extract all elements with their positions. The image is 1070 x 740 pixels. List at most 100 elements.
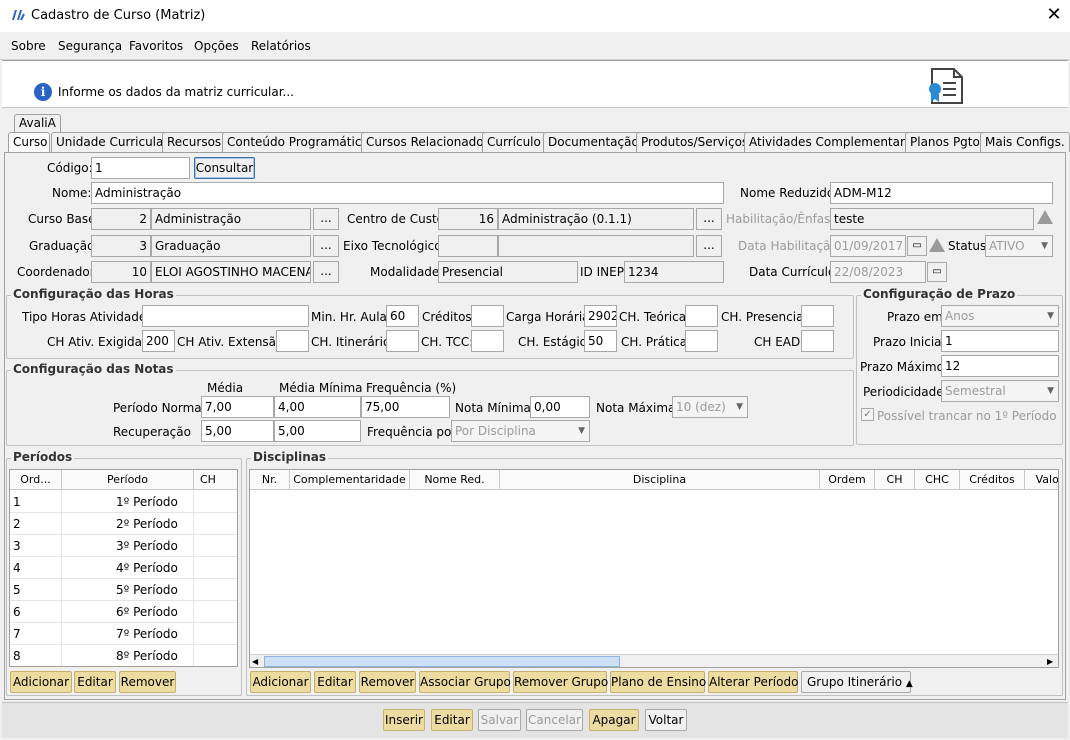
- frequencia-por-select[interactable]: Por Disciplina ▼: [451, 420, 590, 442]
- periodo-editar-button[interactable]: Editar: [74, 671, 116, 693]
- close-icon[interactable]: ✕: [1044, 4, 1064, 26]
- table-row[interactable]: 4 4º Período: [10, 557, 237, 579]
- creditos-field[interactable]: [471, 305, 504, 327]
- curso-base-lookup-button[interactable]: ...: [313, 208, 339, 230]
- col-ch[interactable]: CH: [875, 470, 915, 490]
- eixo-tecnologico-lookup-button[interactable]: ...: [696, 235, 722, 257]
- menu-favoritos[interactable]: Favoritos: [129, 39, 183, 53]
- ch-teorica-field[interactable]: [685, 305, 718, 327]
- tab-produtos-servicos[interactable]: Produtos/Serviços: [636, 132, 754, 152]
- col-chc[interactable]: CHC: [915, 470, 960, 490]
- col-nr[interactable]: Nr.: [250, 470, 290, 490]
- scroll-right-icon[interactable]: ▶: [1047, 655, 1053, 667]
- table-row[interactable]: 6 6º Período: [10, 601, 237, 623]
- col-creditos[interactable]: Créditos: [960, 470, 1025, 490]
- inserir-button[interactable]: Inserir: [383, 709, 425, 731]
- tab-conteudo-programatico[interactable]: Conteúdo Programático: [222, 132, 374, 152]
- menu-sobre[interactable]: Sobre: [11, 39, 46, 53]
- ch-estagio-field[interactable]: 50: [584, 330, 617, 352]
- ch-ativ-exigidas-field[interactable]: 200: [142, 330, 175, 352]
- scrollbar-thumb[interactable]: [264, 656, 620, 667]
- col-valor[interactable]: Valor: [1025, 470, 1058, 490]
- tab-planos-pgto[interactable]: Planos Pgto: [905, 132, 985, 152]
- disciplinas-table[interactable]: Nr. Complementaridade Nome Red. Discipli…: [249, 469, 1059, 668]
- min-hr-aula-field[interactable]: 60: [386, 305, 419, 327]
- tab-curso[interactable]: Curso: [8, 132, 50, 152]
- col-ordem[interactable]: Ord...: [10, 470, 62, 490]
- status-select[interactable]: ATIVO ▼: [985, 235, 1053, 257]
- centro-custo-lookup-button[interactable]: ...: [696, 208, 722, 230]
- ch-pratica-field[interactable]: [685, 330, 718, 352]
- tab-documentacao[interactable]: Documentação: [543, 132, 644, 152]
- id-inep-field[interactable]: 1234: [624, 261, 724, 283]
- prazo-inicial-field[interactable]: 1: [941, 330, 1059, 352]
- apagar-button[interactable]: Apagar: [589, 709, 639, 731]
- disciplina-remover-button[interactable]: Remover: [359, 671, 416, 693]
- associar-grupo-button[interactable]: Associar Grupo: [419, 671, 511, 693]
- trancar-checkbox[interactable]: ✓: [861, 408, 874, 421]
- periodicidade-select[interactable]: Semestral ▼: [941, 380, 1059, 402]
- tipo-horas-field[interactable]: [142, 305, 309, 327]
- centro-custo-id-field[interactable]: 16: [438, 208, 498, 230]
- data-habilitacao-field[interactable]: 01/09/2017: [830, 235, 906, 257]
- eixo-tecnologico-id-field[interactable]: [438, 235, 498, 257]
- col-ordem[interactable]: Ordem: [820, 470, 875, 490]
- tab-mais-configs[interactable]: Mais Configs.: [980, 132, 1070, 152]
- frequencia-field[interactable]: 75,00: [361, 396, 450, 418]
- recuperacao-minima-field[interactable]: 5,00: [274, 420, 361, 442]
- media-minima-field[interactable]: 4,00: [274, 396, 361, 418]
- menu-seguranca[interactable]: Segurança: [58, 39, 122, 53]
- tab-atividades-complementares[interactable]: Atividades Complementares: [744, 132, 924, 152]
- nota-maxima-select[interactable]: 10 (dez) ▼: [672, 396, 748, 418]
- tab-unidade-curricular[interactable]: Unidade Curricular: [51, 132, 174, 152]
- menu-relatorios[interactable]: Relatórios: [251, 39, 311, 53]
- table-row[interactable]: 7 7º Período: [10, 623, 237, 645]
- recuperacao-media-field[interactable]: 5,00: [201, 420, 274, 442]
- table-row[interactable]: 2 2º Período: [10, 513, 237, 535]
- table-row[interactable]: 8 8º Período: [10, 645, 237, 666]
- ch-presencial-field[interactable]: [801, 305, 834, 327]
- periodos-table[interactable]: Ord... Período CH 1 1º Período 2 2º Período…: [9, 469, 238, 667]
- tab-cursos-relacionados[interactable]: Cursos Relacionados: [361, 132, 495, 152]
- tab-recursos[interactable]: Recursos: [162, 132, 227, 152]
- periodo-remover-button[interactable]: Remover: [119, 671, 176, 693]
- data-curriculo-field[interactable]: 22/08/2023: [830, 261, 926, 283]
- editar-button[interactable]: Editar: [431, 709, 473, 731]
- ch-tcc-field[interactable]: [471, 330, 504, 352]
- scroll-left-icon[interactable]: ◀: [252, 655, 258, 667]
- coordenador-lookup-button[interactable]: ...: [313, 261, 339, 283]
- ch-ativ-extensao-field[interactable]: [276, 330, 309, 352]
- calendar-icon[interactable]: ▭: [907, 236, 927, 256]
- col-ch[interactable]: CH: [194, 470, 237, 490]
- table-row[interactable]: 5 5º Período: [10, 579, 237, 601]
- col-disciplina[interactable]: Disciplina: [500, 470, 820, 490]
- nome-reduzido-field[interactable]: ADM-M12: [830, 182, 1053, 204]
- disciplina-adicionar-button[interactable]: Adicionar: [250, 671, 311, 693]
- plano-ensino-button[interactable]: Plano de Ensino: [610, 671, 706, 693]
- remover-grupo-button[interactable]: Remover Grupo: [513, 671, 608, 693]
- media-field[interactable]: 7,00: [201, 396, 274, 418]
- calendar-icon[interactable]: ▭: [927, 262, 947, 282]
- prazo-maximo-field[interactable]: 12: [941, 355, 1059, 377]
- menu-opcoes[interactable]: Opções: [194, 39, 239, 53]
- nome-field[interactable]: Administração: [91, 182, 724, 204]
- graduacao-lookup-button[interactable]: ...: [313, 235, 339, 257]
- table-row[interactable]: 3 3º Período: [10, 535, 237, 557]
- nota-minima-field[interactable]: 0,00: [530, 396, 590, 418]
- curso-base-id-field[interactable]: 2: [91, 208, 151, 230]
- disciplina-editar-button[interactable]: Editar: [314, 671, 356, 693]
- codigo-field[interactable]: 1: [91, 157, 190, 179]
- tab-curriculo[interactable]: Currículo: [482, 132, 546, 152]
- consultar-button[interactable]: Consultar: [194, 157, 255, 179]
- habilitacao-field[interactable]: teste: [830, 208, 1034, 230]
- prazo-em-select[interactable]: Anos ▼: [941, 305, 1059, 327]
- alterar-periodo-button[interactable]: Alterar Período: [708, 671, 798, 693]
- coordenador-id-field[interactable]: 10: [91, 261, 151, 283]
- voltar-button[interactable]: Voltar: [645, 709, 687, 731]
- col-nome-red[interactable]: Nome Red.: [410, 470, 500, 490]
- tab-avalia[interactable]: AvaliA: [14, 114, 61, 132]
- salvar-button[interactable]: Salvar: [478, 709, 521, 731]
- col-periodo[interactable]: Período: [62, 470, 194, 490]
- graduacao-id-field[interactable]: 3: [91, 235, 151, 257]
- ch-itinerario-field[interactable]: [386, 330, 419, 352]
